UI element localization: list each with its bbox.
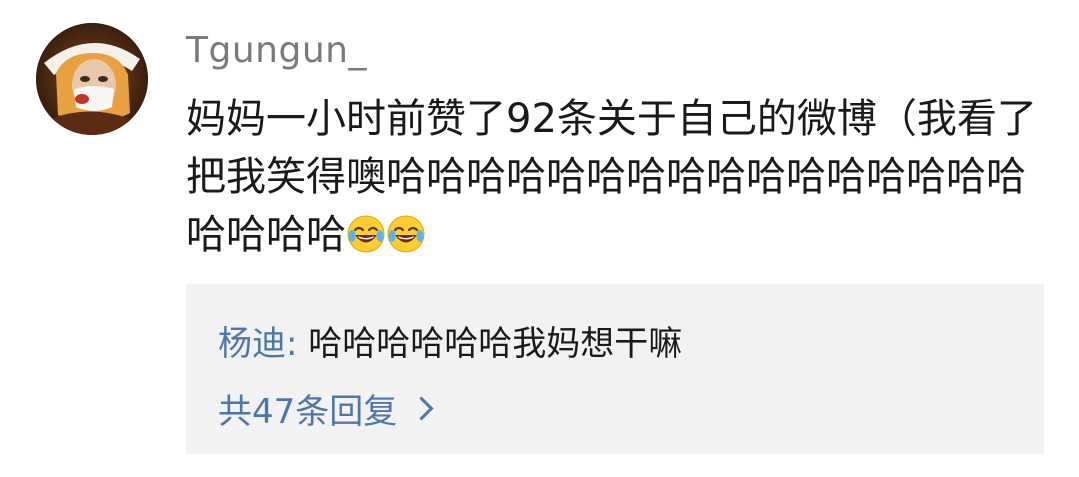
avatar[interactable] (36, 23, 148, 135)
laugh-cry-emoji-icon (347, 215, 385, 253)
reply-author-link[interactable]: 杨迪 (218, 324, 286, 364)
reply-line: 杨迪: 哈哈哈哈哈哈我妈想干嘛 (218, 316, 682, 365)
reply-preview-box[interactable]: 杨迪: 哈哈哈哈哈哈我妈想干嘛 共47条回复 (186, 284, 1044, 454)
chevron-right-icon (409, 396, 434, 421)
reply-text: 哈哈哈哈哈哈我妈想干嘛 (308, 324, 683, 364)
reply-count-label: 共47条回复 (218, 392, 398, 432)
username[interactable]: Tgungun_ (186, 30, 367, 71)
comment-text: 妈妈一小时前赞了92条关于自己的微博（我看了把我笑得噢哈哈哈哈哈哈哈哈哈哈哈哈哈… (186, 90, 1046, 264)
laugh-cry-emoji-icon (387, 215, 425, 253)
view-all-replies-link[interactable]: 共47条回复 (218, 384, 434, 433)
comment-body: 妈妈一小时前赞了92条关于自己的微博（我看了把我笑得噢哈哈哈哈哈哈哈哈哈哈哈哈哈… (186, 96, 1037, 258)
reply-colon: : (286, 324, 298, 364)
